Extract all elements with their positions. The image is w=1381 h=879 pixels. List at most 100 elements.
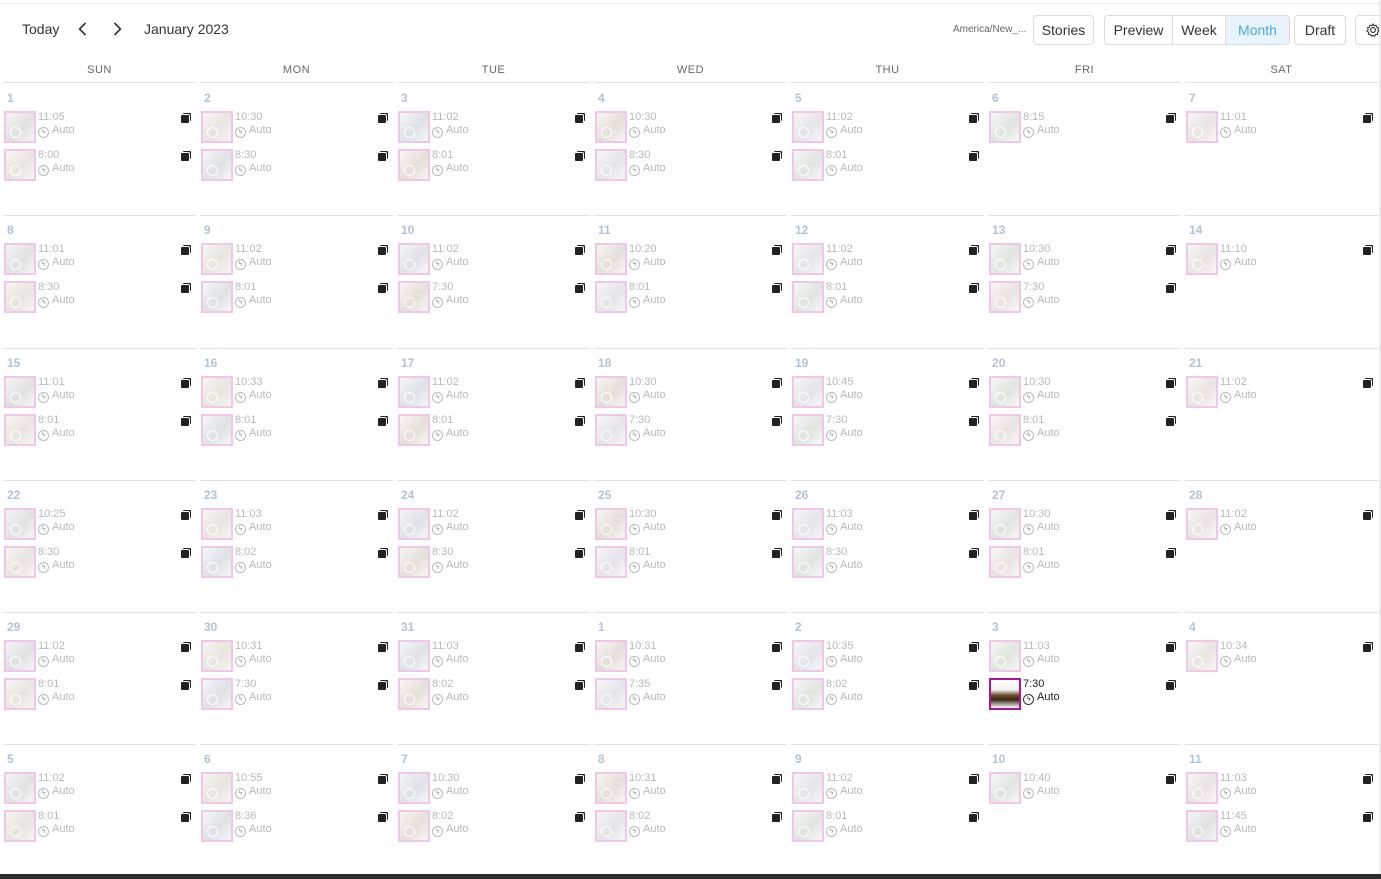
scheduled-post[interactable]: 11:01 ϟ Auto <box>4 243 194 275</box>
post-thumbnail[interactable] <box>398 243 430 275</box>
post-thumbnail[interactable] <box>989 678 1021 710</box>
next-month-button[interactable] <box>107 19 127 39</box>
post-thumbnail[interactable] <box>1186 508 1218 540</box>
scheduled-post[interactable]: 7:35 ϟ Auto <box>595 678 785 710</box>
post-thumbnail[interactable] <box>792 149 824 181</box>
today-button[interactable]: Today <box>22 21 59 37</box>
scheduled-post[interactable]: 8:01 ϟ Auto <box>792 281 982 313</box>
scheduled-post[interactable]: 11:02 ϟ Auto <box>398 111 588 143</box>
post-thumbnail[interactable] <box>398 640 430 672</box>
post-thumbnail[interactable] <box>595 281 627 313</box>
scheduled-post[interactable]: 11:02 ϟ Auto <box>1186 508 1376 540</box>
post-thumbnail[interactable] <box>1186 243 1218 275</box>
horizontal-scrollbar[interactable] <box>0 874 1381 879</box>
post-thumbnail[interactable] <box>4 640 36 672</box>
post-thumbnail[interactable] <box>1186 376 1218 408</box>
scheduled-post[interactable]: 10:30 ϟ Auto <box>398 772 588 804</box>
post-thumbnail[interactable] <box>989 111 1021 143</box>
post-thumbnail[interactable] <box>595 678 627 710</box>
post-thumbnail[interactable] <box>1186 640 1218 672</box>
post-thumbnail[interactable] <box>595 414 627 446</box>
post-thumbnail[interactable] <box>989 281 1021 313</box>
post-thumbnail[interactable] <box>4 376 36 408</box>
post-thumbnail[interactable] <box>989 243 1021 275</box>
scheduled-post[interactable]: 10:33 ϟ Auto <box>201 376 391 408</box>
post-thumbnail[interactable] <box>398 414 430 446</box>
scheduled-post[interactable]: 8:01 ϟ Auto <box>4 810 194 842</box>
scheduled-post[interactable]: 8:01 ϟ Auto <box>201 414 391 446</box>
settings-button[interactable] <box>1355 15 1381 45</box>
post-thumbnail[interactable] <box>989 640 1021 672</box>
scheduled-post[interactable]: 7:30 ϟ Auto <box>595 414 785 446</box>
scheduled-post[interactable]: 8:15 ϟ Auto <box>989 111 1179 143</box>
scheduled-post[interactable]: 8:01 ϟ Auto <box>989 546 1179 578</box>
post-thumbnail[interactable] <box>201 111 233 143</box>
scheduled-post[interactable]: 8:02 ϟ Auto <box>398 678 588 710</box>
post-thumbnail[interactable] <box>201 243 233 275</box>
scheduled-post[interactable]: 8:36 ϟ Auto <box>201 810 391 842</box>
scheduled-post[interactable]: 11:02 ϟ Auto <box>792 772 982 804</box>
post-thumbnail[interactable] <box>792 376 824 408</box>
scheduled-post[interactable]: 7:30 ϟ Auto <box>989 678 1179 710</box>
scheduled-post[interactable]: 8:00 ϟ Auto <box>4 149 194 181</box>
scheduled-post[interactable]: 10:35 ϟ Auto <box>792 640 982 672</box>
post-thumbnail[interactable] <box>398 281 430 313</box>
post-thumbnail[interactable] <box>398 508 430 540</box>
scheduled-post[interactable]: 8:01 ϟ Auto <box>595 281 785 313</box>
scheduled-post[interactable]: 11:01 ϟ Auto <box>1186 111 1376 143</box>
post-thumbnail[interactable] <box>201 414 233 446</box>
post-thumbnail[interactable] <box>201 508 233 540</box>
scheduled-post[interactable]: 7:30 ϟ Auto <box>398 281 588 313</box>
scheduled-post[interactable]: 8:30 ϟ Auto <box>4 281 194 313</box>
post-thumbnail[interactable] <box>201 772 233 804</box>
scheduled-post[interactable]: 11:02 ϟ Auto <box>1186 376 1376 408</box>
post-thumbnail[interactable] <box>398 149 430 181</box>
post-thumbnail[interactable] <box>398 376 430 408</box>
scheduled-post[interactable]: 8:01 ϟ Auto <box>398 149 588 181</box>
post-thumbnail[interactable] <box>792 111 824 143</box>
scheduled-post[interactable]: 8:02 ϟ Auto <box>201 546 391 578</box>
scheduled-post[interactable]: 11:02 ϟ Auto <box>201 243 391 275</box>
post-thumbnail[interactable] <box>989 772 1021 804</box>
post-thumbnail[interactable] <box>792 678 824 710</box>
post-thumbnail[interactable] <box>201 149 233 181</box>
scheduled-post[interactable]: 11:10 ϟ Auto <box>1186 243 1376 275</box>
scheduled-post[interactable]: 10:25 ϟ Auto <box>4 508 194 540</box>
scheduled-post[interactable]: 10:40 ϟ Auto <box>989 772 1179 804</box>
scheduled-post[interactable]: 11:45 ϟ Auto <box>1186 810 1376 842</box>
scheduled-post[interactable]: 10:30 ϟ Auto <box>989 376 1179 408</box>
scheduled-post[interactable]: 11:03 ϟ Auto <box>1186 772 1376 804</box>
post-thumbnail[interactable] <box>1186 111 1218 143</box>
post-thumbnail[interactable] <box>4 772 36 804</box>
scheduled-post[interactable]: 11:03 ϟ Auto <box>792 508 982 540</box>
post-thumbnail[interactable] <box>595 149 627 181</box>
post-thumbnail[interactable] <box>792 640 824 672</box>
scheduled-post[interactable]: 11:02 ϟ Auto <box>792 243 982 275</box>
post-thumbnail[interactable] <box>595 810 627 842</box>
scheduled-post[interactable]: 10:30 ϟ Auto <box>989 508 1179 540</box>
post-thumbnail[interactable] <box>595 508 627 540</box>
post-thumbnail[interactable] <box>201 678 233 710</box>
post-thumbnail[interactable] <box>398 678 430 710</box>
post-thumbnail[interactable] <box>595 546 627 578</box>
scheduled-post[interactable]: 11:05 ϟ Auto <box>4 111 194 143</box>
scheduled-post[interactable]: 11:02 ϟ Auto <box>4 772 194 804</box>
timezone-selector[interactable]: America/New_... <box>953 24 1026 35</box>
post-thumbnail[interactable] <box>4 281 36 313</box>
scheduled-post[interactable]: 10:31 ϟ Auto <box>595 640 785 672</box>
stories-button[interactable]: Stories <box>1033 15 1094 45</box>
scheduled-post[interactable]: 10:20 ϟ Auto <box>595 243 785 275</box>
post-thumbnail[interactable] <box>989 414 1021 446</box>
week-view-button[interactable]: Week <box>1173 16 1226 44</box>
post-thumbnail[interactable] <box>4 546 36 578</box>
post-thumbnail[interactable] <box>398 546 430 578</box>
scheduled-post[interactable]: 8:01 ϟ Auto <box>4 414 194 446</box>
post-thumbnail[interactable] <box>201 281 233 313</box>
scheduled-post[interactable]: 10:34 ϟ Auto <box>1186 640 1376 672</box>
post-thumbnail[interactable] <box>595 772 627 804</box>
post-thumbnail[interactable] <box>792 508 824 540</box>
scheduled-post[interactable]: 8:01 ϟ Auto <box>4 678 194 710</box>
post-thumbnail[interactable] <box>989 546 1021 578</box>
post-thumbnail[interactable] <box>595 111 627 143</box>
scheduled-post[interactable]: 8:30 ϟ Auto <box>792 546 982 578</box>
